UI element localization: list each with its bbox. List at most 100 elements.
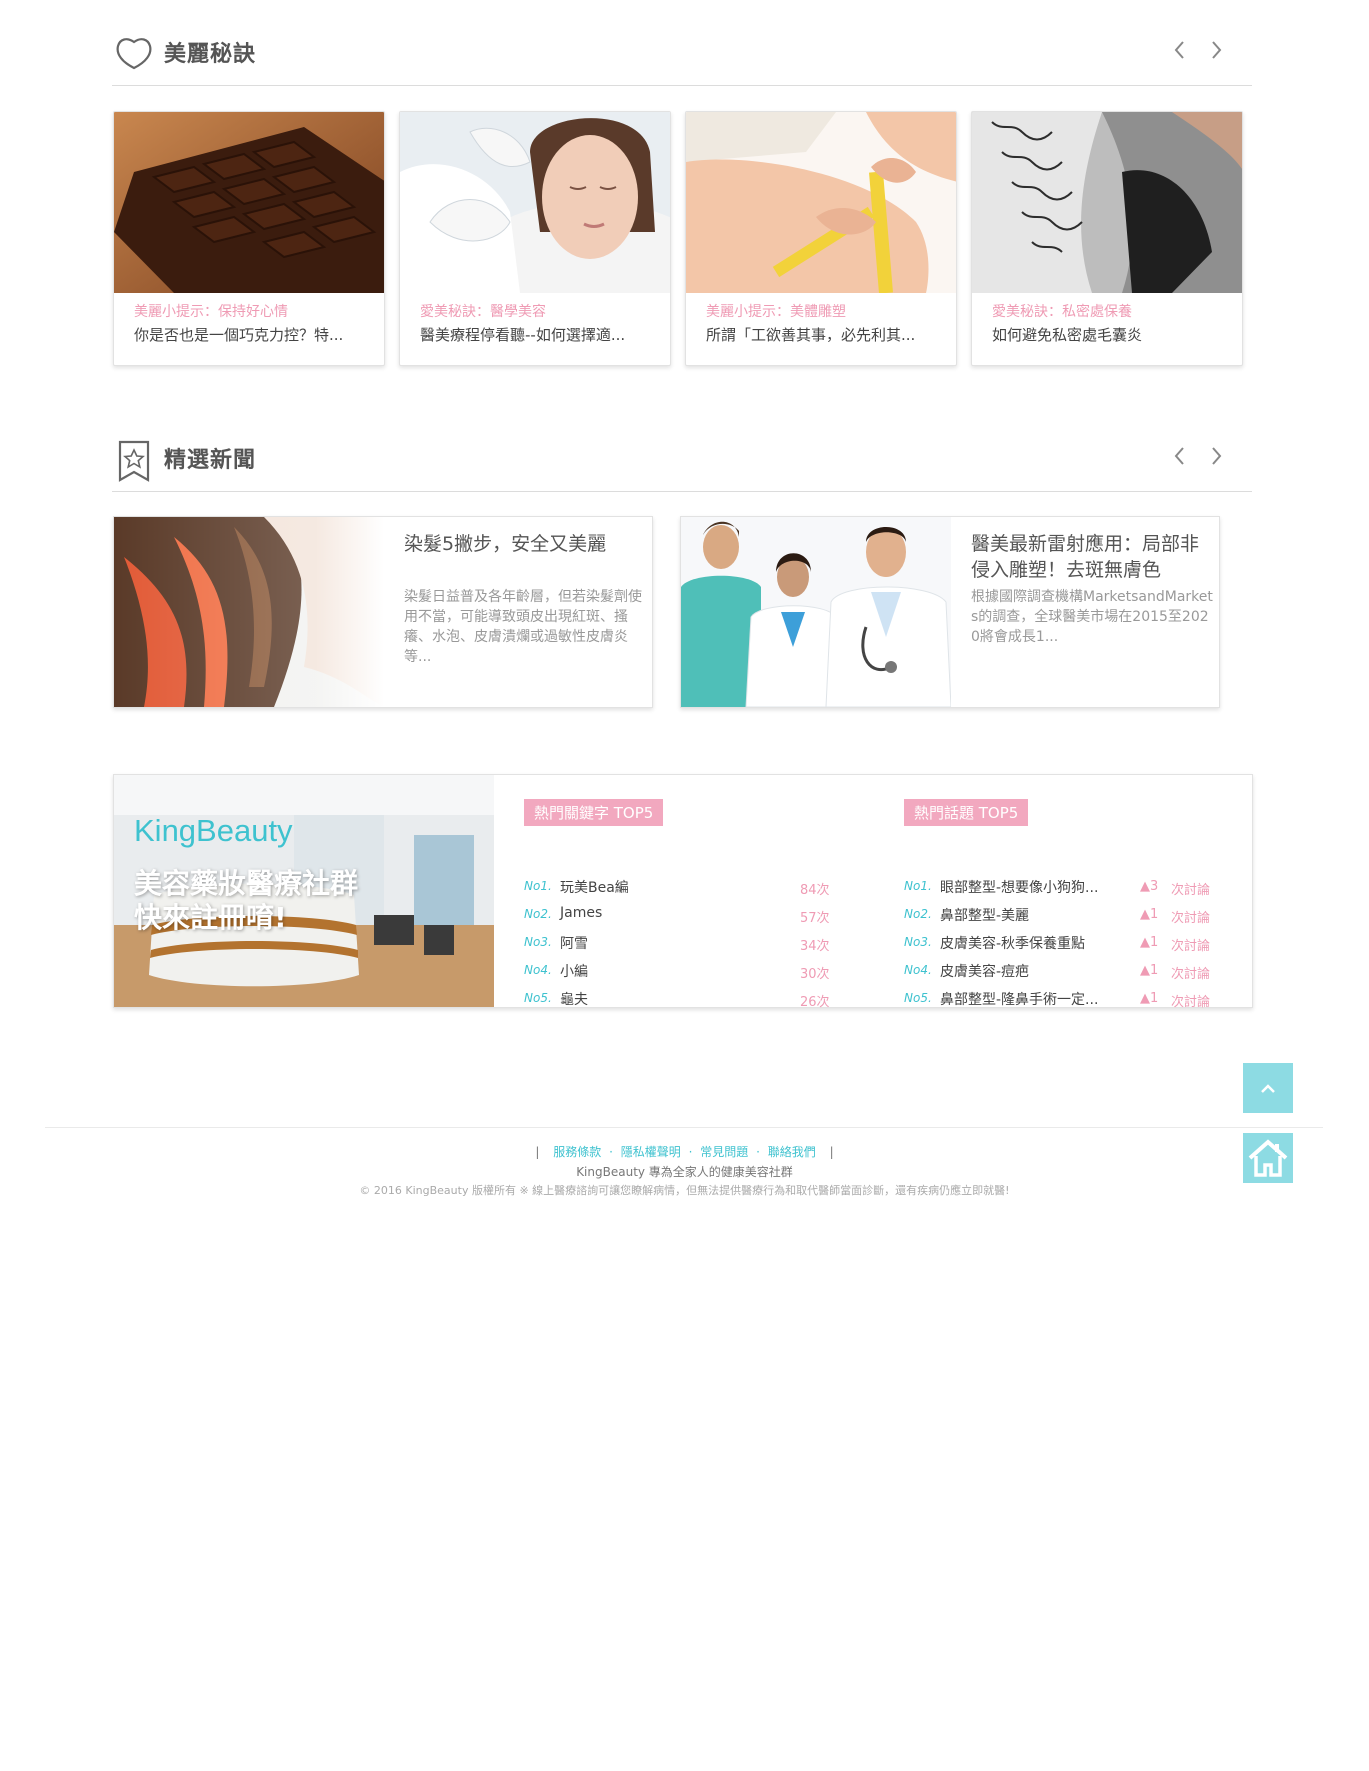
measuring-tape-photo bbox=[686, 112, 956, 294]
keyword-name[interactable]: 玩美Bea編 bbox=[560, 877, 629, 897]
footer-separator: · bbox=[688, 1145, 693, 1159]
heart-outline-icon bbox=[114, 32, 154, 72]
beauty-prev-arrow[interactable] bbox=[1168, 36, 1192, 64]
topic-discuss[interactable]: 次討論 bbox=[1171, 991, 1210, 1010]
keyword-item[interactable]: No5. 龜夫 26次 bbox=[524, 991, 924, 1011]
rank-number: No1. bbox=[524, 879, 552, 893]
keyword-name[interactable]: 小編 bbox=[560, 961, 588, 981]
keyword-item[interactable]: No2. James 57次 bbox=[524, 905, 924, 927]
lace-lingerie-photo bbox=[972, 112, 1242, 293]
topic-item[interactable]: No1. 眼部整型-想要像小狗狗... ▲3 次討論 bbox=[904, 879, 1304, 899]
news-next-arrow[interactable] bbox=[1204, 442, 1228, 470]
footer-tagline: KingBeauty 專為全家人的健康美容社群 bbox=[576, 1165, 793, 1179]
keyword-name[interactable]: 龜夫 bbox=[560, 989, 588, 1009]
community-tagline-line1: 美容藥妝醫療社群 bbox=[134, 867, 359, 900]
beauty-card-title[interactable]: 你是否也是一個巧克力控？特... bbox=[134, 324, 343, 345]
keyword-item[interactable]: No4. 小編 30次 bbox=[524, 963, 924, 983]
footer-link-terms[interactable]: 服務條款 bbox=[553, 1145, 601, 1159]
hot-topics-title: 熱門話題 TOP5 bbox=[904, 799, 1029, 826]
rank-number: No5. bbox=[904, 991, 932, 1005]
beauty-next-arrow[interactable] bbox=[1204, 36, 1228, 64]
chevron-up-icon bbox=[1261, 1084, 1275, 1093]
news-card[interactable]: 染髮5撇步，安全又美麗 染髮日益普及各年齡層，但若染髮劑使用不當，可能導致頭皮出… bbox=[113, 516, 653, 708]
news-card[interactable]: 醫美最新雷射應用：局部非侵入雕塑！去斑無膚色 根據國際調查機構Marketsan… bbox=[680, 516, 1220, 708]
news-card-title[interactable]: 醫美最新雷射應用：局部非侵入雕塑！去斑無膚色 bbox=[971, 531, 1211, 583]
topic-name[interactable]: 鼻部整型-隆鼻手術一定... bbox=[940, 989, 1098, 1009]
community-tagline: 美容藥妝醫療社群 快來註冊唷! bbox=[134, 867, 358, 935]
topic-name[interactable]: 鼻部整型-美麗 bbox=[940, 905, 1029, 925]
topic-name[interactable]: 眼部整型-想要像小狗狗... bbox=[940, 877, 1098, 897]
news-card-title[interactable]: 染髮5撇步，安全又美麗 bbox=[404, 531, 644, 557]
community-panel: KingBeauty 美容藥妝醫療社群 快來註冊唷! 熱門關鍵字 TOP5 No… bbox=[113, 774, 1253, 1010]
beauty-card-category[interactable]: 美麗小提示：保持好心情 bbox=[134, 301, 288, 321]
topic-item[interactable]: No5. 鼻部整型-隆鼻手術一定... ▲1 次討論 bbox=[904, 991, 1304, 1011]
rank-number: No4. bbox=[524, 963, 552, 977]
doctors-team-photo bbox=[681, 517, 952, 707]
topic-delta: ▲3 bbox=[1140, 879, 1159, 894]
footer-link-faq[interactable]: 常見問題 bbox=[700, 1145, 748, 1159]
footer-link-contact[interactable]: 聯絡我們 bbox=[768, 1145, 816, 1159]
beauty-card-title[interactable]: 所謂「工欲善其事，必先利其... bbox=[706, 324, 915, 345]
hot-keywords: 熱門關鍵字 TOP5 No1. 玩美Bea編 84次 No2. James 57… bbox=[524, 799, 830, 1010]
footer-bar-right: | bbox=[829, 1145, 834, 1159]
community-brand: KingBeauty bbox=[134, 813, 293, 848]
facial-injection-photo bbox=[400, 112, 670, 322]
beauty-card[interactable]: 愛美秘訣：醫學美容 醫美療程停看聽--如何選擇適... bbox=[399, 111, 671, 366]
beauty-card-list: 美麗小提示：保持好心情 你是否也是一個巧克力控？特... 愛美秘訣：醫學美容 醫… bbox=[113, 111, 1243, 367]
beauty-card[interactable]: 美麗小提示：美體雕塑 所謂「工欲善其事，必先利其... bbox=[685, 111, 957, 366]
topic-delta: ▲1 bbox=[1140, 935, 1159, 950]
topic-item[interactable]: No2. 鼻部整型-美麗 ▲1 次討論 bbox=[904, 907, 1304, 927]
footer-link-privacy[interactable]: 隱私權聲明 bbox=[621, 1145, 681, 1159]
topic-delta: ▲1 bbox=[1140, 963, 1159, 978]
keyword-count: 30次 bbox=[800, 967, 830, 982]
news-card-desc: 根據國際調查機構MarketsandMarkets的調查，全球醫美市場在2015… bbox=[971, 589, 1213, 645]
news-section-header: 精選新聞 bbox=[112, 432, 1252, 492]
topic-delta: ▲1 bbox=[1140, 907, 1159, 922]
dyed-hair-photo bbox=[114, 517, 384, 707]
topic-discuss[interactable]: 次討論 bbox=[1171, 963, 1210, 982]
beauty-card[interactable]: 美麗小提示：保持好心情 你是否也是一個巧克力控？特... bbox=[113, 111, 385, 366]
keyword-count: 34次 bbox=[800, 939, 830, 954]
beauty-card-category[interactable]: 美麗小提示：美體雕塑 bbox=[706, 301, 846, 321]
keyword-name[interactable]: 阿雪 bbox=[560, 933, 588, 953]
beauty-card-title[interactable]: 醫美療程停看聽--如何選擇適... bbox=[420, 324, 625, 345]
rank-number: No2. bbox=[904, 907, 932, 921]
news-card-desc: 染髮日益普及各年齡層，但若染髮劑使用不當，可能導致頭皮出現紅斑、搔癢、水泡、皮膚… bbox=[404, 589, 642, 665]
topic-name[interactable]: 皮膚美容-秋季保養重點 bbox=[940, 933, 1085, 953]
rank-number: No5. bbox=[524, 991, 552, 1005]
rank-number: No4. bbox=[904, 963, 932, 977]
chocolate-photo bbox=[114, 112, 384, 293]
rank-number: No3. bbox=[524, 935, 552, 949]
footer-copyright: © 2016 KingBeauty 版權所有 ※ 線上醫療諮詢可讓您瞭解病情，但… bbox=[359, 1184, 1010, 1197]
beauty-card-category[interactable]: 愛美秘訣：私密處保養 bbox=[992, 301, 1132, 321]
topic-name[interactable]: 皮膚美容-痘疤 bbox=[940, 961, 1029, 981]
beauty-section-title: 美麗秘訣 bbox=[164, 42, 257, 67]
topic-discuss[interactable]: 次討論 bbox=[1171, 907, 1210, 926]
beauty-card-title[interactable]: 如何避免私密處毛囊炎 bbox=[992, 324, 1142, 345]
footer-divider bbox=[45, 1127, 1323, 1128]
rank-number: No1. bbox=[904, 879, 932, 893]
keyword-item[interactable]: No3. 阿雪 34次 bbox=[524, 935, 924, 955]
footer-separator: · bbox=[756, 1145, 760, 1159]
topic-discuss[interactable]: 次討論 bbox=[1171, 879, 1210, 898]
register-banner[interactable]: KingBeauty 美容藥妝醫療社群 快來註冊唷! bbox=[114, 775, 494, 1007]
topic-item[interactable]: No4. 皮膚美容-痘疤 ▲1 次討論 bbox=[904, 963, 1304, 983]
keyword-count: 57次 bbox=[800, 911, 830, 926]
topic-item[interactable]: No3. 皮膚美容-秋季保養重點 ▲1 次討論 bbox=[904, 935, 1304, 955]
hot-keywords-title: 熱門關鍵字 TOP5 bbox=[524, 799, 664, 826]
topic-discuss[interactable]: 次討論 bbox=[1171, 935, 1210, 954]
keyword-item[interactable]: No1. 玩美Bea編 84次 bbox=[524, 879, 924, 899]
footer-bar-left: | bbox=[535, 1145, 540, 1159]
footer-links: | 服務條款 · 隱私權聲明 · 常見問題 · 聯絡我們 | bbox=[0, 1143, 1369, 1160]
beauty-card[interactable]: 愛美秘訣：私密處保養 如何避免私密處毛囊炎 bbox=[971, 111, 1243, 366]
keyword-count: 84次 bbox=[800, 883, 830, 898]
news-prev-arrow[interactable] bbox=[1168, 442, 1192, 470]
hot-topics: 熱門話題 TOP5 No1. 眼部整型-想要像小狗狗... ▲3 次討論 No2… bbox=[904, 799, 1210, 1010]
keyword-name[interactable]: James bbox=[560, 905, 602, 921]
beauty-card-category[interactable]: 愛美秘訣：醫學美容 bbox=[420, 301, 546, 321]
beauty-section-header: 美麗秘訣 bbox=[112, 26, 1252, 86]
community-tagline-line2: 快來註冊唷! bbox=[134, 901, 287, 934]
back-to-top-button[interactable] bbox=[1243, 1063, 1293, 1113]
star-bookmark-icon bbox=[114, 438, 154, 482]
footer-separator: · bbox=[609, 1145, 613, 1159]
